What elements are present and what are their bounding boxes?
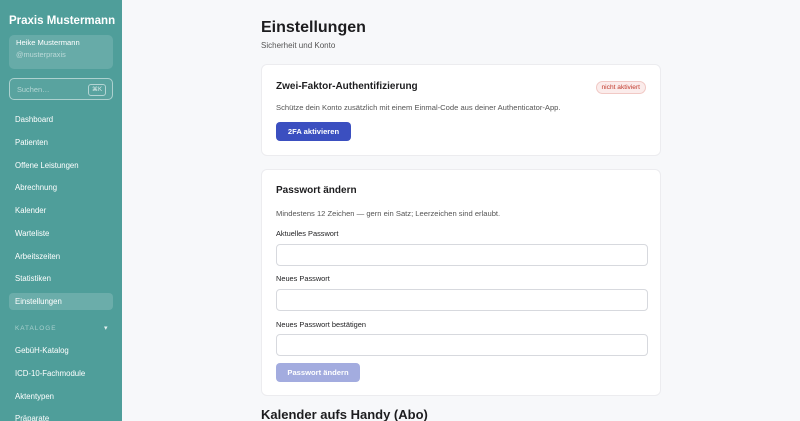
sidebar-item-arbeitszeiten[interactable]: Arbeitszeiten: [9, 248, 113, 265]
two-factor-title: Zwei-Faktor-Authentifizierung: [276, 81, 418, 92]
page-subtitle: Sicherheit und Konto: [261, 41, 336, 50]
status-badge: nicht aktiviert: [595, 81, 646, 94]
password-card: Passwort ändern Mindestens 12 Zeichen — …: [261, 169, 661, 396]
user-profile[interactable]: Heike Mustermann @musterpraxis: [9, 35, 113, 69]
sidebar-item-praeparate[interactable]: Präparate: [9, 410, 113, 421]
two-factor-description: Schütze dein Konto zusätzlich mit einem …: [276, 103, 561, 112]
new-password-field[interactable]: [276, 289, 648, 311]
confirm-password-field[interactable]: [276, 334, 648, 356]
sidebar: Praxis Mustermann Heike Mustermann @must…: [0, 0, 122, 421]
user-handle: @musterpraxis: [16, 50, 66, 59]
sidebar-item-dashboard[interactable]: Dashboard: [9, 111, 113, 128]
activate-2fa-button[interactable]: 2FA aktivieren: [276, 122, 351, 141]
search-shortcut-badge: ⌘K: [87, 84, 106, 96]
sidebar-item-gebueh-katalog[interactable]: GebüH-Katalog: [9, 342, 113, 359]
sidebar-item-icd-10-fachmodule[interactable]: ICD-10-Fachmodule: [9, 365, 113, 382]
current-password-label: Aktuelles Passwort: [276, 229, 339, 238]
sidebar-item-patienten[interactable]: Patienten: [9, 134, 113, 151]
password-hint: Mindestens 12 Zeichen — gern ein Satz; L…: [276, 209, 501, 218]
user-name: Heike Mustermann: [16, 38, 80, 47]
current-password-field[interactable]: [276, 244, 648, 266]
two-factor-card: Zwei-Faktor-Authentifizierung nicht akti…: [261, 64, 661, 156]
search-placeholder: Suchen…: [17, 85, 50, 94]
search-input[interactable]: Suchen… ⌘K: [9, 78, 113, 100]
sidebar-item-offene-leistungen[interactable]: Offene Leistungen: [9, 157, 113, 174]
calendar-subscription-heading: Kalender aufs Handy (Abo): [261, 407, 428, 421]
sidebar-item-statistiken[interactable]: Statistiken: [9, 270, 113, 287]
practice-name: Praxis Mustermann: [9, 15, 116, 27]
sidebar-item-abrechnung[interactable]: Abrechnung: [9, 179, 113, 196]
sidebar-item-warteliste[interactable]: Warteliste: [9, 225, 113, 242]
new-password-label: Neues Passwort: [276, 274, 330, 283]
chevron-down-icon[interactable]: ▾: [104, 324, 108, 332]
page-title: Einstellungen: [261, 19, 366, 36]
sidebar-item-aktentypen[interactable]: Aktentypen: [9, 388, 113, 405]
section-label-kataloge: KATALOGE: [15, 325, 57, 332]
sidebar-item-kalender[interactable]: Kalender: [9, 202, 113, 219]
confirm-password-label: Neues Passwort bestätigen: [276, 320, 366, 329]
sidebar-item-einstellungen[interactable]: Einstellungen: [9, 293, 113, 310]
password-title: Passwort ändern: [276, 185, 357, 196]
change-password-button[interactable]: Passwort ändern: [276, 363, 360, 382]
